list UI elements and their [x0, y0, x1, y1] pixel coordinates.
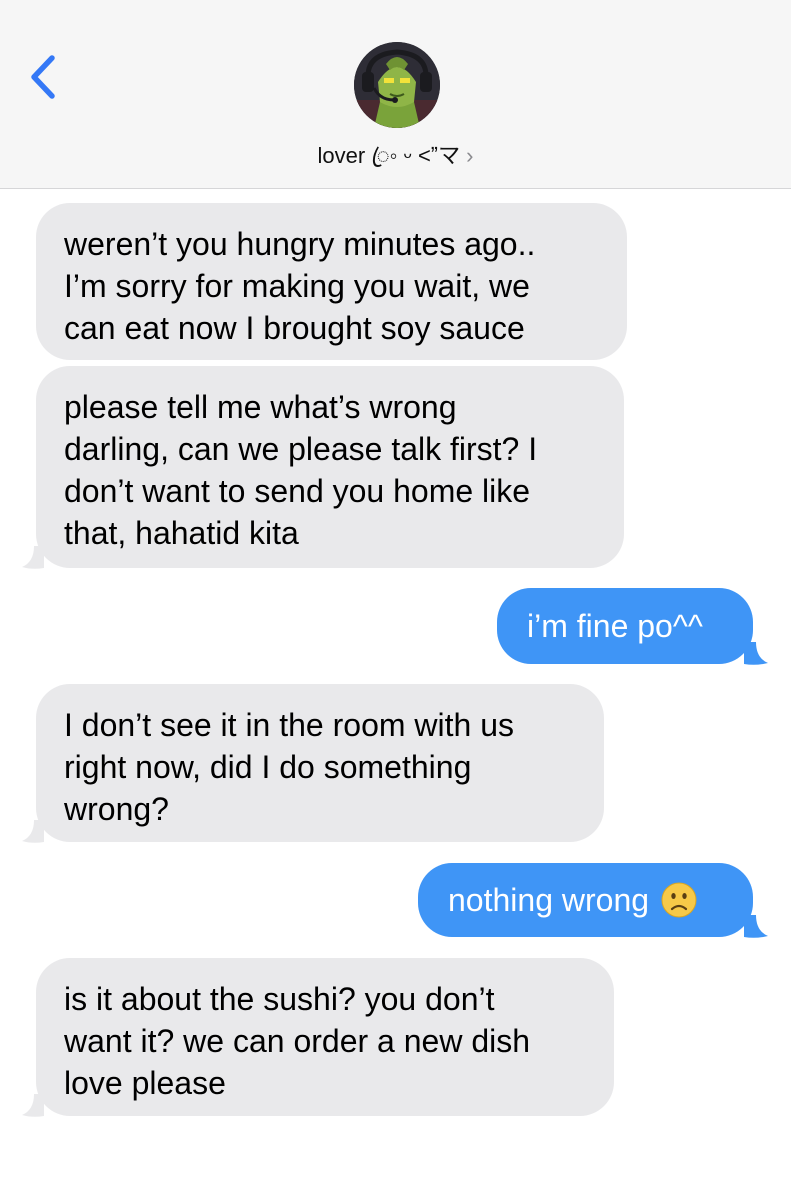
message-text: weren’t you hungry minutes ago.. I’m sor… [64, 226, 536, 346]
incoming-message[interactable]: I don’t see it in the room with us right… [36, 684, 604, 842]
contact-avatar[interactable] [354, 42, 440, 128]
outgoing-message[interactable]: i’m fine po^^ [497, 588, 753, 664]
contact-name: lover ꦿ◦ ᵕ ˂ˮマ [317, 143, 461, 168]
message-text: please tell me what’s wrong darling, can… [64, 389, 538, 551]
message-text: nothing wrong [448, 882, 650, 918]
bubble-tail [22, 546, 44, 569]
message-text: i’m fine po^^ [527, 608, 703, 644]
message-text: I don’t see it in the room with us right… [64, 707, 514, 827]
incoming-message[interactable]: please tell me what’s wrong darling, can… [36, 366, 624, 568]
incoming-message[interactable]: is it about the sushi? you don’t want it… [36, 958, 614, 1116]
slightly-frowning-face-icon [661, 882, 697, 918]
bubble-tail [22, 820, 44, 843]
green-robot-avatar-icon [354, 42, 440, 128]
incoming-message[interactable]: weren’t you hungry minutes ago.. I’m sor… [36, 203, 627, 360]
contact-name-button[interactable]: lover ꦿ◦ ᵕ ˂ˮマ › [0, 138, 791, 184]
conversation-header: lover ꦿ◦ ᵕ ˂ˮマ › [0, 0, 791, 189]
bubble-tail [22, 1094, 44, 1117]
bubble-tail [744, 642, 768, 665]
chevron-left-icon[interactable] [26, 52, 60, 102]
bubble-tail [744, 915, 768, 938]
outgoing-message[interactable]: nothing wrong [418, 863, 753, 937]
chevron-right-icon: › [466, 143, 474, 168]
message-text: is it about the sushi? you don’t want it… [64, 981, 531, 1101]
